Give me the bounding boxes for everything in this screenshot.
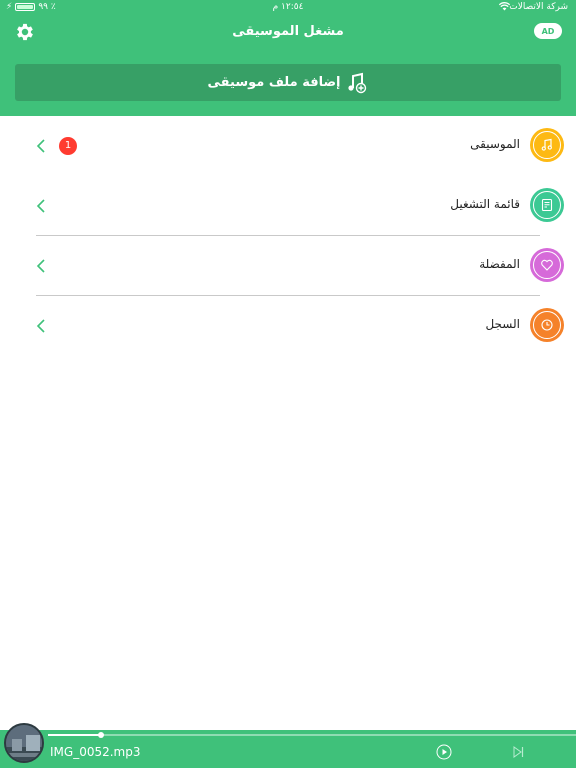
ad-toggle-label: AD xyxy=(541,26,555,36)
progress-handle[interactable] xyxy=(97,732,104,738)
playback-progress-slider[interactable] xyxy=(48,732,576,738)
status-bar: ⚡ ٩٩ ٪ ١٢:٥٤ م شركة الاتصالات xyxy=(0,0,576,14)
add-music-file-button[interactable]: إضافة ملف موسيقى xyxy=(15,64,561,101)
add-music-label: إضافة ملف موسيقى xyxy=(207,75,341,90)
menu-item-playlist[interactable]: قائمة التشغيل xyxy=(0,176,576,236)
skip-next-icon[interactable] xyxy=(510,744,526,760)
page-title: مشغل الموسيقى xyxy=(232,24,344,39)
play-icon[interactable] xyxy=(436,744,452,760)
chevron-left-icon xyxy=(36,199,45,213)
ad-toggle-button[interactable]: AD xyxy=(534,23,562,39)
carrier-name: شركة الاتصالات xyxy=(509,2,568,12)
chevron-left-icon xyxy=(36,139,45,153)
menu-item-music[interactable]: 1 الموسيقى xyxy=(0,116,576,176)
menu-item-history[interactable]: السجل xyxy=(0,296,576,356)
mini-player[interactable]: IMG_0052.mp3 xyxy=(0,723,576,768)
music-add-icon xyxy=(348,72,367,93)
track-name: IMG_0052.mp3 xyxy=(50,745,141,759)
app-header: مشغل الموسيقى AD إضافة ملف موسيقى xyxy=(0,14,576,116)
menu-item-label: المفضلة xyxy=(479,257,520,271)
status-time: ١٢:٥٤ م xyxy=(272,2,304,12)
menu-item-label: الموسيقى xyxy=(470,137,520,151)
count-badge: 1 xyxy=(59,137,77,155)
playlist-icon xyxy=(530,188,564,222)
menu-item-favorites[interactable]: المفضلة xyxy=(0,236,576,296)
heart-icon xyxy=(530,248,564,282)
album-cover[interactable] xyxy=(4,723,44,763)
menu-list: 1 الموسيقى قائمة التشغيل المفضلة السجل xyxy=(0,116,576,356)
music-note-icon xyxy=(530,128,564,162)
chevron-left-icon xyxy=(36,319,45,333)
clock-icon xyxy=(530,308,564,342)
menu-item-label: السجل xyxy=(485,317,520,331)
menu-item-label: قائمة التشغيل xyxy=(450,197,520,211)
chevron-left-icon xyxy=(36,259,45,273)
